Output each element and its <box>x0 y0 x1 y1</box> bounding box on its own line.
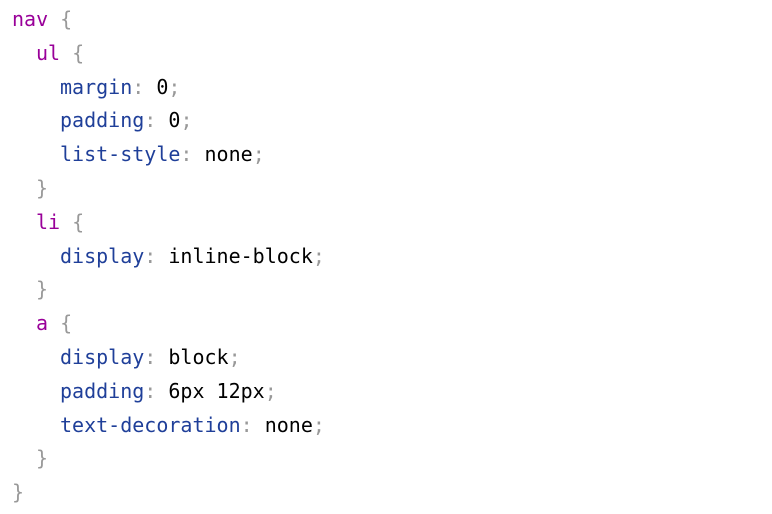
semicolon: ; <box>228 344 241 369</box>
colon: : <box>144 108 157 133</box>
semicolon: ; <box>312 412 325 437</box>
code-line: } <box>12 273 762 307</box>
code-line: padding: 6px 12px; <box>12 375 762 409</box>
css-value: none <box>264 412 313 437</box>
code-line: display: block; <box>12 341 762 375</box>
css-value: 6px 12px <box>168 378 265 403</box>
css-selector: a <box>36 311 49 336</box>
semicolon: ; <box>252 142 265 167</box>
css-property: padding <box>60 108 145 133</box>
colon: : <box>144 243 157 268</box>
code-line: } <box>12 172 762 206</box>
close-brace: } <box>36 277 49 302</box>
css-selector: nav <box>12 7 49 31</box>
close-brace: } <box>12 480 25 505</box>
code-line: padding: 0; <box>12 104 762 138</box>
css-property: padding <box>60 378 145 403</box>
css-value: 0 <box>168 108 181 133</box>
code-line: a { <box>12 307 762 341</box>
close-brace: } <box>36 446 49 471</box>
code-line: margin: 0; <box>12 71 762 105</box>
code-line: nav { <box>12 3 762 37</box>
css-property: display <box>60 344 145 369</box>
colon: : <box>240 412 253 437</box>
code-line: text-decoration: none; <box>12 409 762 443</box>
open-brace: { <box>60 311 73 336</box>
css-property: margin <box>60 74 133 99</box>
css-value: block <box>168 344 229 369</box>
colon: : <box>144 344 157 369</box>
open-brace: { <box>72 209 85 234</box>
semicolon: ; <box>264 378 277 403</box>
css-value: inline-block <box>168 243 313 268</box>
code-line: } <box>12 442 762 476</box>
css-selector: li <box>36 209 61 234</box>
semicolon: ; <box>312 243 325 268</box>
semicolon: ; <box>180 108 193 133</box>
css-property: display <box>60 243 145 268</box>
colon: : <box>132 74 145 99</box>
code-line: li { <box>12 206 762 240</box>
colon: : <box>180 142 193 167</box>
code-line: display: inline-block; <box>12 240 762 274</box>
open-brace: { <box>60 7 73 31</box>
css-value: 0 <box>156 74 169 99</box>
code-snippet: nav { ul { margin: 0; padding: 0; list-s… <box>12 3 762 510</box>
code-line: } <box>12 476 762 510</box>
semicolon: ; <box>168 74 181 99</box>
open-brace: { <box>72 40 85 65</box>
code-line: list-style: none; <box>12 138 762 172</box>
code-line: ul { <box>12 37 762 71</box>
css-property: list-style <box>60 142 181 167</box>
css-property: text-decoration <box>60 412 241 437</box>
css-value: none <box>204 142 253 167</box>
css-selector: ul <box>36 40 61 65</box>
colon: : <box>144 378 157 403</box>
close-brace: } <box>36 175 49 200</box>
